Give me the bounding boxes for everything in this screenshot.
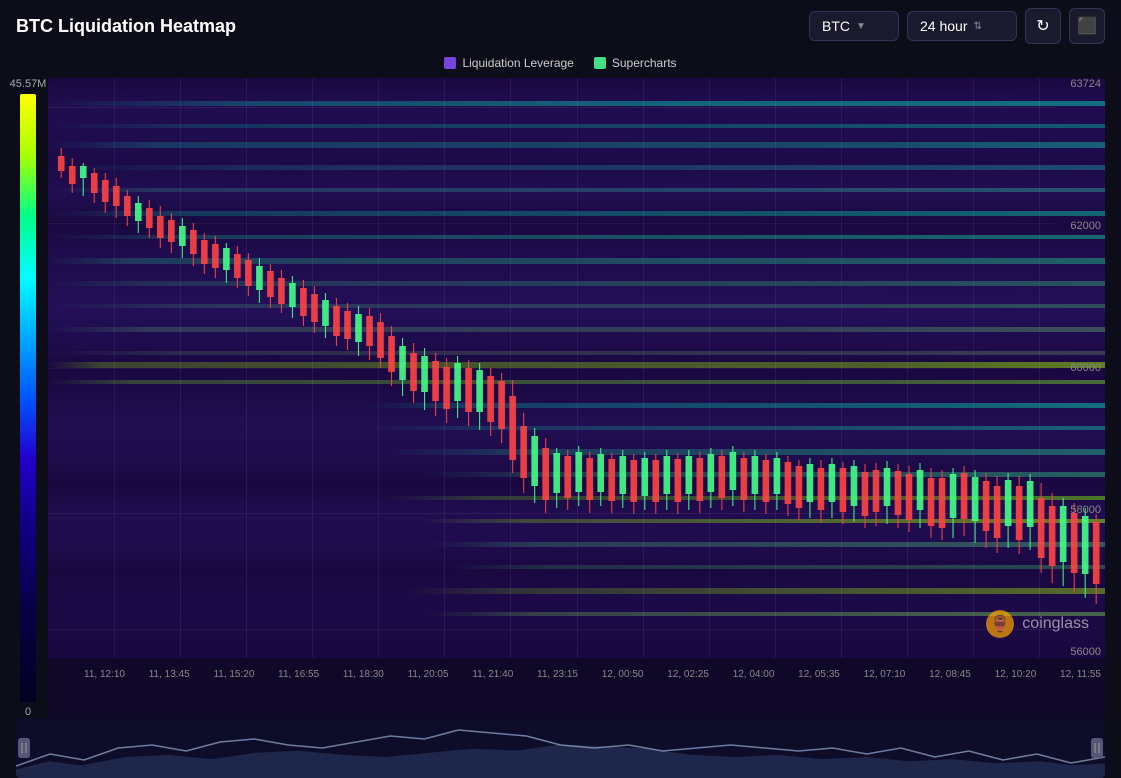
x-label-9: 12, 02:25 xyxy=(667,669,709,680)
watermark-icon: 🏺 xyxy=(986,610,1014,638)
mini-chart-area xyxy=(16,718,1105,778)
band-green-2 xyxy=(48,380,1105,384)
x-label-8: 12, 00:50 xyxy=(602,669,644,680)
band-low-1 xyxy=(48,403,1105,408)
timeframe-dropdown[interactable]: 24 hour ⇅ xyxy=(907,11,1017,41)
legend: Liquidation Leverage Supercharts xyxy=(0,52,1121,78)
x-label-13: 12, 08:45 xyxy=(929,669,971,680)
header: BTC Liquidation Heatmap BTC ▼ 24 hour ⇅ … xyxy=(0,0,1121,52)
x-label-15: 12, 11:55 xyxy=(1060,669,1101,680)
refresh-icon: ↻ xyxy=(1036,16,1049,36)
color-scale: 45.57M 0 xyxy=(16,78,40,718)
hgrid-4 xyxy=(48,513,1055,514)
x-label-4: 11, 18:30 xyxy=(343,669,384,680)
x-label-12: 12, 07:10 xyxy=(864,669,906,680)
camera-icon: ⬛ xyxy=(1077,16,1097,36)
band-mid-3 xyxy=(48,258,1105,264)
liquidation-label: Liquidation Leverage xyxy=(462,56,573,70)
band-low-10 xyxy=(48,612,1105,616)
x-label-7: 11, 23:15 xyxy=(537,669,578,680)
controls-bar: BTC ▼ 24 hour ⇅ ↻ ⬛ xyxy=(809,8,1105,44)
band-2 xyxy=(48,124,1105,128)
band-mid-6 xyxy=(48,327,1105,332)
mini-chart[interactable] xyxy=(16,718,1105,778)
btc-dropdown[interactable]: BTC ▼ xyxy=(809,11,899,41)
x-label-1: 11, 13:45 xyxy=(149,669,190,680)
x-labels: 11, 12:10 11, 13:45 11, 15:20 11, 16:55 … xyxy=(80,669,1105,680)
watermark: 🏺 coinglass xyxy=(986,610,1089,638)
band-5 xyxy=(48,188,1105,192)
band-mid-4 xyxy=(48,281,1105,286)
band-green-1 xyxy=(48,362,1105,368)
band-low-5 xyxy=(48,496,1105,500)
hgrid-1 xyxy=(48,107,1055,108)
band-mid-5 xyxy=(48,304,1105,308)
x-label-0: 11, 12:10 xyxy=(84,669,125,680)
hgrid-2 xyxy=(48,223,1055,224)
mini-handle-right[interactable] xyxy=(1091,738,1103,758)
band-1 xyxy=(48,101,1105,106)
band-mid-7 xyxy=(48,351,1105,355)
btc-arrow-icon: ▼ xyxy=(856,21,866,32)
band-mid-1 xyxy=(48,211,1105,216)
x-label-3: 11, 16:55 xyxy=(278,669,319,680)
legend-item-liquidation: Liquidation Leverage xyxy=(444,56,573,70)
watermark-text: coinglass xyxy=(1022,615,1089,633)
hgrid-5 xyxy=(48,629,1055,630)
timeframe-label: 24 hour xyxy=(920,18,967,34)
mini-chart-svg xyxy=(16,718,1105,778)
band-low-4 xyxy=(48,472,1105,477)
x-label-10: 12, 04:00 xyxy=(733,669,775,680)
scale-top-label: 45.57M xyxy=(10,78,47,90)
chart-container: 45.57M 0 xyxy=(0,78,1121,718)
band-low-9 xyxy=(48,588,1105,594)
band-3 xyxy=(48,142,1105,148)
scale-bar xyxy=(20,94,36,702)
page-title: BTC Liquidation Heatmap xyxy=(16,16,809,37)
band-low-8 xyxy=(48,565,1105,569)
band-low-7 xyxy=(48,542,1105,547)
refresh-button[interactable]: ↻ xyxy=(1025,8,1061,44)
band-low-6 xyxy=(48,519,1105,523)
x-label-2: 11, 15:20 xyxy=(213,669,254,680)
timeframe-arrow-icon: ⇅ xyxy=(973,21,981,32)
chart-area[interactable]: 63724 62000 60000 58000 56000 🏺 coinglas… xyxy=(48,78,1105,718)
btc-label: BTC xyxy=(822,18,850,34)
screenshot-button[interactable]: ⬛ xyxy=(1069,8,1105,44)
x-label-11: 12, 05:35 xyxy=(798,669,840,680)
legend-item-supercharts: Supercharts xyxy=(594,56,677,70)
x-label-5: 11, 20:05 xyxy=(408,669,449,680)
chart-canvas: 63724 62000 60000 58000 56000 🏺 coinglas… xyxy=(48,78,1105,658)
liquidation-dot xyxy=(444,57,456,69)
supercharts-label: Supercharts xyxy=(612,56,677,70)
band-low-3 xyxy=(48,449,1105,455)
x-label-14: 12, 10:20 xyxy=(995,669,1037,680)
supercharts-dot xyxy=(594,57,606,69)
band-mid-2 xyxy=(48,235,1105,239)
band-low-2 xyxy=(48,426,1105,430)
x-label-6: 11, 21:40 xyxy=(472,669,513,680)
scale-bottom-label: 0 xyxy=(25,706,31,718)
band-4 xyxy=(48,165,1105,170)
x-axis: 11, 12:10 11, 13:45 11, 15:20 11, 16:55 … xyxy=(48,658,1105,690)
